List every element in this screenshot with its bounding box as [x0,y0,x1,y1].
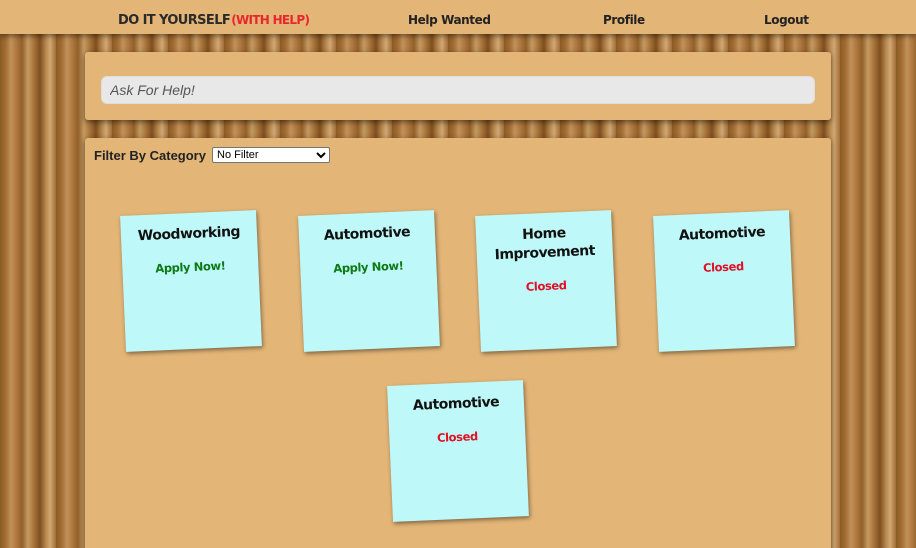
card-category: Automotive [323,224,411,244]
card-status-closed: Closed [436,429,479,445]
help-request-card[interactable]: Home Improvement Closed [475,210,617,352]
nav-help-wanted[interactable]: Help Wanted [408,13,491,27]
nav-profile[interactable]: Profile [603,13,645,27]
card-status-apply[interactable]: Apply Now! [122,257,258,277]
card-category: Home Improvement [494,225,596,264]
logo-main-text: DO IT YOURSELF [118,12,231,29]
top-nav: DO IT YOURSELF(WITH HELP) Help Wanted Pr… [0,0,916,34]
requests-panel: Filter By Category No Filter Woodworking… [85,138,831,548]
ask-panel [85,52,831,120]
logo-sub-text: (WITH HELP) [231,12,310,28]
nav-logout[interactable]: Logout [764,13,809,27]
help-request-card[interactable]: Automotive Closed [653,210,795,352]
card-status-closed: Closed [525,278,567,294]
help-request-card[interactable]: Automotive Closed [387,380,529,522]
card-status-apply[interactable]: Apply Now! [300,257,436,277]
ask-for-help-input[interactable] [101,76,815,104]
card-category: Automotive [678,224,766,244]
site-logo[interactable]: DO IT YOURSELF(WITH HELP) [118,12,310,29]
card-category: Woodworking [137,223,241,245]
help-request-card[interactable]: Automotive Apply Now! [298,210,440,352]
help-request-card[interactable]: Woodworking Apply Now! [120,210,262,352]
filter-label: Filter By Category [94,148,206,163]
card-category: Automotive [412,394,500,414]
category-filter-select[interactable]: No Filter [212,147,330,163]
card-status-closed: Closed [702,259,745,275]
